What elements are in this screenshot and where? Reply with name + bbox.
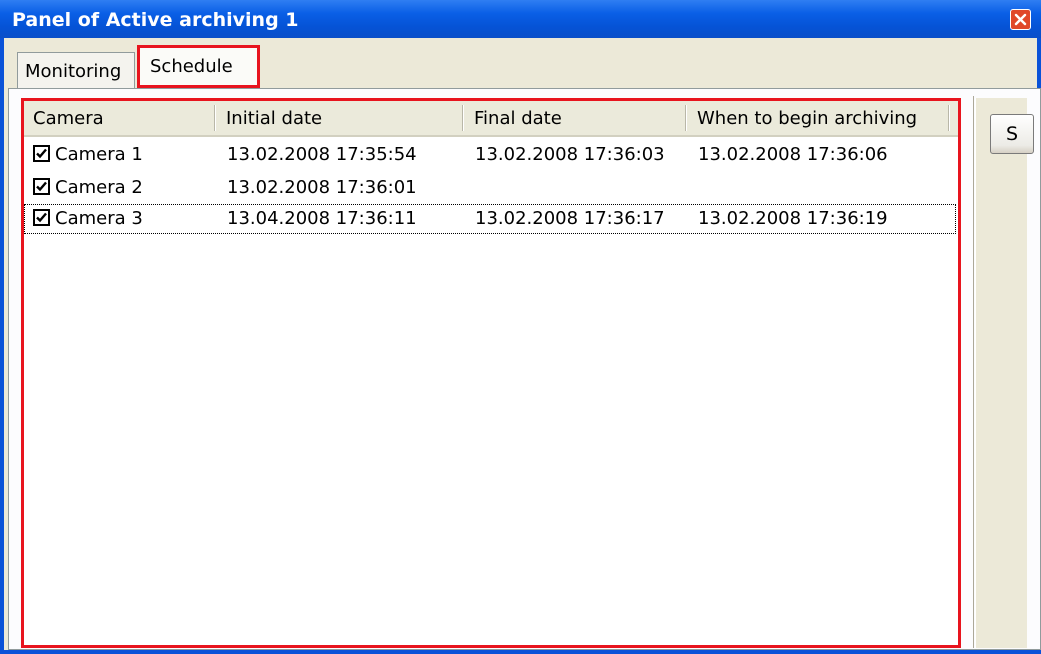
initial-date-cell: 13.02.2008 17:36:01: [227, 177, 417, 198]
row-checkbox[interactable]: [33, 145, 50, 162]
camera-name: Camera 2: [55, 177, 143, 198]
camera-name: Camera 3: [55, 208, 143, 229]
final-date-cell: 13.02.2008 17:36:03: [475, 144, 665, 165]
begin-archiving-cell: 13.02.2008 17:36:06: [698, 144, 888, 165]
checkmark-icon: [36, 181, 47, 192]
begin-archiving-cell: 13.02.2008 17:36:19: [698, 208, 888, 229]
table-row[interactable]: Camera 2 13.02.2008 17:36:01: [24, 173, 956, 203]
row-checkbox[interactable]: [33, 209, 50, 226]
tab-monitoring-label: Monitoring: [25, 61, 122, 82]
final-date-cell: 13.02.2008 17:36:17: [475, 208, 665, 229]
side-panel-divider: [973, 96, 974, 648]
close-button[interactable]: [1010, 9, 1031, 30]
row-checkbox[interactable]: [33, 178, 50, 195]
side-panel: [975, 98, 1027, 648]
column-divider[interactable]: [685, 105, 687, 131]
checkmark-icon: [36, 212, 47, 223]
schedule-table[interactable]: Camera Initial date Final date When to b…: [21, 98, 961, 648]
column-header-initial-date[interactable]: Initial date: [217, 101, 462, 135]
s-button[interactable]: S: [990, 114, 1034, 154]
initial-date-cell: 13.02.2008 17:35:54: [227, 144, 417, 165]
table-row[interactable]: Camera 3 13.04.2008 17:36:11 13.02.2008 …: [24, 204, 956, 234]
app-window: Panel of Active archiving 1 Monitoring S…: [0, 0, 1041, 654]
column-header-camera[interactable]: Camera: [24, 101, 214, 135]
column-header-final-date[interactable]: Final date: [465, 101, 685, 135]
column-divider[interactable]: [462, 105, 464, 131]
tab-schedule-label: Schedule: [150, 56, 233, 77]
initial-date-cell: 13.04.2008 17:36:11: [227, 208, 417, 229]
table-row[interactable]: Camera 1 13.02.2008 17:35:54 13.02.2008 …: [24, 140, 956, 170]
column-divider[interactable]: [214, 105, 216, 131]
window-title: Panel of Active archiving 1: [12, 9, 299, 31]
checkmark-icon: [36, 148, 47, 159]
column-header-when-to-begin[interactable]: When to begin archiving: [688, 101, 948, 135]
title-bar[interactable]: Panel of Active archiving 1: [0, 0, 1041, 38]
tab-monitoring[interactable]: Monitoring: [17, 52, 135, 88]
table-header: Camera Initial date Final date When to b…: [24, 101, 958, 137]
window-client-area: Monitoring Schedule Camera Initial date …: [4, 38, 1041, 650]
column-divider[interactable]: [948, 105, 950, 131]
camera-name: Camera 1: [55, 144, 143, 165]
tab-schedule[interactable]: Schedule: [137, 45, 260, 88]
